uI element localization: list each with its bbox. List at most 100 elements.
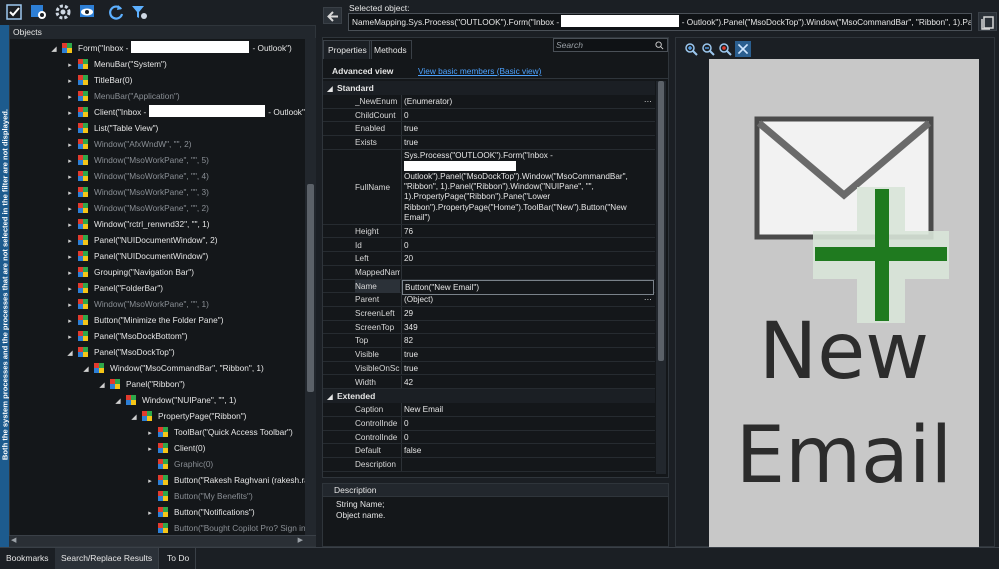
tree-item[interactable]: ▸ Client("Inbox -- Outlook"): [66, 104, 308, 120]
property-value[interactable]: 0: [402, 109, 654, 123]
property-row[interactable]: Left 20: [323, 252, 655, 266]
property-row[interactable]: Enabled true: [323, 122, 655, 137]
tree-item[interactable]: ▸ Window("AfxWndW", "", 2): [66, 136, 192, 152]
tree-item[interactable]: ◢ Panel("MsoDockTop"): [66, 344, 175, 360]
tree-item[interactable]: ▸ Button("Minimize the Folder Pane"): [66, 312, 223, 328]
tree-item[interactable]: ▸ Button("Rakesh Raghvani (rakesh.ra: [146, 472, 309, 488]
property-value[interactable]: Sys.Process("OUTLOOK").Form("Inbox - Outl…: [402, 151, 654, 224]
properties-vertical-scrollbar[interactable]: [656, 81, 666, 474]
property-row[interactable]: Name Button("New Email"): [323, 279, 655, 296]
objects-vertical-scrollbar[interactable]: [305, 38, 316, 535]
property-row[interactable]: Description: [323, 458, 655, 472]
tree-item[interactable]: Graphic(0): [146, 456, 213, 472]
property-value[interactable]: (Enumerator): [402, 95, 654, 109]
property-row[interactable]: ScreenLeft 29: [323, 307, 655, 321]
object-browser-icon[interactable]: [30, 3, 48, 21]
tab-properties[interactable]: Properties: [323, 40, 372, 59]
property-value[interactable]: New Email: [402, 403, 654, 417]
tree-item[interactable]: Button("My Benefits"): [146, 488, 253, 504]
zoom-out-icon[interactable]: [701, 42, 715, 56]
property-row[interactable]: Visible true: [323, 348, 655, 362]
property-value[interactable]: true: [402, 348, 654, 362]
property-row[interactable]: FullName Sys.Process("OUTLOOK").Form("Inb…: [323, 149, 655, 225]
filter-settings-icon[interactable]: [130, 3, 148, 21]
property-row[interactable]: ControlInde 0: [323, 416, 655, 431]
tree-item[interactable]: ◢ Window("MsoCommandBar", "Ribbon", 1): [82, 360, 264, 376]
tree-item[interactable]: ▸ Window("MsoWorkPane", "", 2): [66, 200, 209, 216]
property-row[interactable]: Default false: [323, 444, 655, 458]
selected-object-path[interactable]: NameMapping.Sys.Process("OUTLOOK").Form(…: [348, 13, 972, 31]
refresh-icon[interactable]: [107, 3, 125, 21]
property-value[interactable]: 76: [402, 225, 654, 239]
property-row[interactable]: ChildCount 0: [323, 108, 655, 123]
property-row[interactable]: Exists true: [323, 136, 655, 150]
view-visualizer-icon[interactable]: [78, 3, 96, 21]
scroll-left-icon[interactable]: ◀: [11, 536, 16, 544]
tab-to-do[interactable]: To Do: [161, 548, 197, 569]
expanded-arrow-icon[interactable]: ◢: [82, 362, 90, 378]
property-value[interactable]: 0: [402, 239, 654, 253]
property-row[interactable]: Top 82: [323, 334, 655, 349]
property-row[interactable]: Height 76: [323, 224, 655, 239]
property-value[interactable]: 0: [402, 431, 654, 445]
tree-item[interactable]: ▸ Window("MsoWorkPane", "", 4): [66, 168, 209, 184]
tree-item[interactable]: ▸ TitleBar(0): [66, 72, 132, 88]
property-row[interactable]: _NewEnum (Enumerator) ⋯: [323, 95, 655, 109]
highlight-object-icon[interactable]: [5, 3, 23, 21]
tree-item[interactable]: ▸ Client(0): [146, 440, 205, 456]
tree-item[interactable]: ▸ Window("MsoWorkPane", "", 5): [66, 152, 209, 168]
scrollbar-thumb[interactable]: [307, 184, 314, 392]
category-standard[interactable]: ◢ Standard: [323, 81, 655, 95]
expanded-arrow-icon[interactable]: ◢: [98, 378, 106, 394]
property-row[interactable]: ScreenTop 349: [323, 320, 655, 335]
more-options-icon[interactable]: ⋯: [644, 95, 652, 109]
property-value[interactable]: 29: [402, 307, 654, 321]
property-value[interactable]: 349: [402, 321, 654, 335]
expanded-arrow-icon[interactable]: ◢: [130, 410, 138, 426]
property-value[interactable]: 20: [402, 252, 654, 266]
tree-item[interactable]: ◢ PropertyPage("Ribbon"): [130, 408, 246, 424]
objects-horizontal-scrollbar[interactable]: ◀ ▶: [9, 535, 316, 546]
basic-view-link[interactable]: View basic members (Basic view): [418, 66, 541, 76]
property-row[interactable]: Parent (Object) ⋯: [323, 293, 655, 307]
tree-item[interactable]: ▸ MenuBar("System"): [66, 56, 167, 72]
scroll-right-icon[interactable]: ▶: [298, 536, 303, 544]
fit-to-window-icon[interactable]: [735, 41, 751, 57]
property-value[interactable]: 82: [402, 334, 654, 348]
property-value[interactable]: (Object): [402, 293, 654, 307]
tree-item[interactable]: ◢ Window("NUIPane", "", 1): [114, 392, 236, 408]
tree-item[interactable]: ▸ Panel("NUIDocumentWindow"): [66, 248, 208, 264]
tree-item[interactable]: ▸ Panel("FolderBar"): [66, 280, 163, 296]
more-options-icon[interactable]: ⋯: [644, 293, 652, 307]
back-button[interactable]: [323, 7, 342, 24]
copy-path-button[interactable]: [978, 12, 997, 31]
properties-search-input[interactable]: Search: [553, 38, 668, 52]
property-row[interactable]: ControlInde 0: [323, 430, 655, 445]
property-value[interactable]: false: [402, 444, 654, 458]
zoom-reset-icon[interactable]: [718, 42, 732, 56]
tree-item[interactable]: ◢ Panel("Ribbon"): [98, 376, 185, 392]
property-value[interactable]: true: [402, 122, 654, 136]
settings-gear-icon[interactable]: [54, 3, 72, 21]
tree-item[interactable]: ▸ Window("MsoWorkPane", "", 3): [66, 184, 209, 200]
property-row[interactable]: MappedNam: [323, 265, 655, 280]
category-extended[interactable]: ◢ Extended: [323, 389, 655, 404]
property-row[interactable]: Width 42: [323, 375, 655, 390]
property-row[interactable]: Id 0: [323, 238, 655, 253]
tree-item[interactable]: ▸ Window("rctrl_renwnd32", "", 1): [66, 216, 210, 232]
tab-bookmarks[interactable]: Bookmarks: [0, 548, 56, 569]
tree-item[interactable]: ▸ MenuBar("Application"): [66, 88, 180, 104]
tree-item[interactable]: ▸ List("Table View"): [66, 120, 158, 136]
tree-item[interactable]: ▸ Panel("MsoDockBottom"): [66, 328, 188, 344]
expanded-arrow-icon[interactable]: ◢: [66, 346, 74, 362]
tree-item[interactable]: ▸ Button("Notifications"): [146, 504, 255, 520]
property-value[interactable]: 0: [402, 417, 654, 431]
tree-item[interactable]: ▸ Grouping("Navigation Bar"): [66, 264, 194, 280]
property-value[interactable]: true: [402, 362, 654, 376]
property-value[interactable]: true: [402, 136, 654, 150]
tree-item[interactable]: ▸ ToolBar("Quick Access Toolbar"): [146, 424, 293, 440]
tab-search-replace-results[interactable]: Search/Replace Results: [55, 548, 160, 569]
scrollbar-thumb[interactable]: [658, 81, 664, 361]
tree-item[interactable]: ◢ Form("Inbox - - Outlook"): [50, 40, 292, 56]
tree-item[interactable]: ▸ Panel("NUIDocumentWindow", 2): [66, 232, 217, 248]
